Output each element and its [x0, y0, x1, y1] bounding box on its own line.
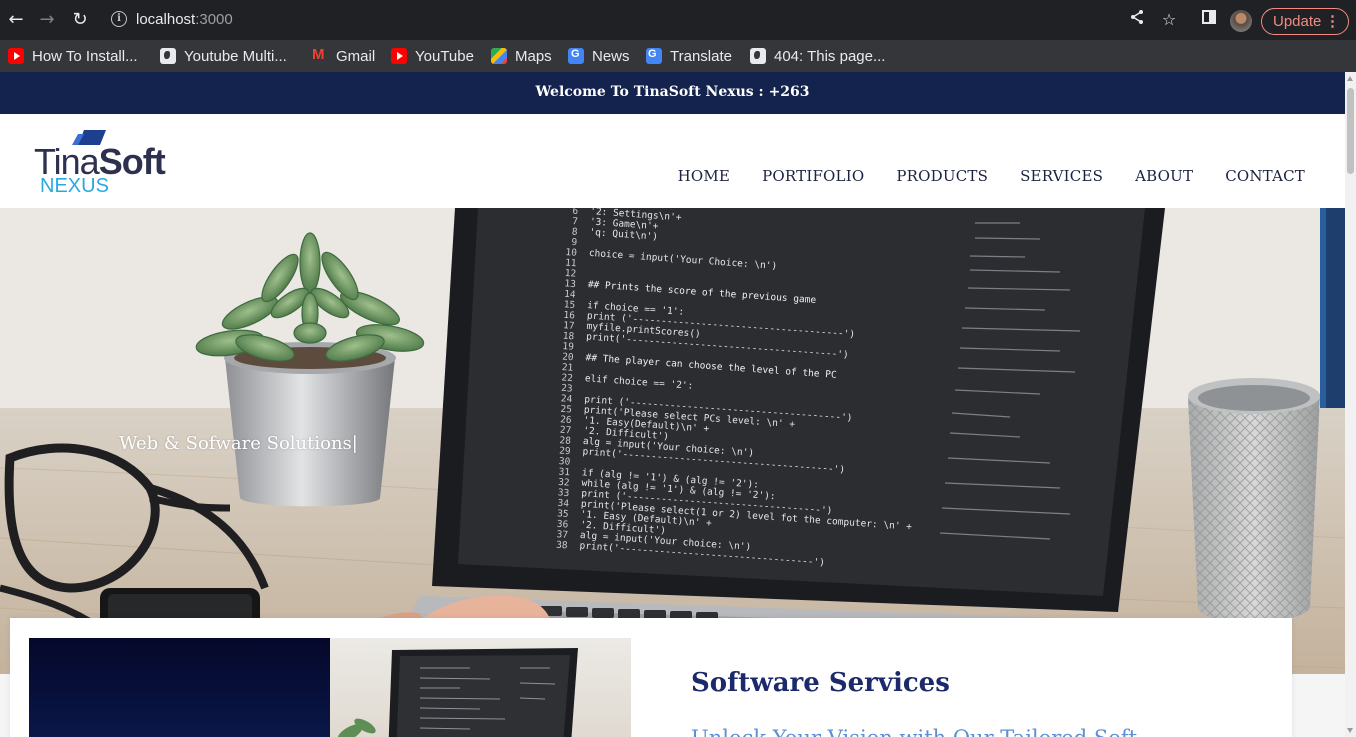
page-scrollbar[interactable] [1345, 72, 1356, 737]
news-icon [568, 48, 584, 64]
bookmark-label: Translate [670, 47, 732, 65]
nav-portifolio[interactable]: PORTIFOLIO [762, 166, 864, 186]
bookmark-translate[interactable]: Translate [646, 46, 732, 66]
url-host: localhost [136, 11, 196, 28]
site-header: TinaSoft NEXUS HOME PORTIFOLIO PRODUCTS … [0, 114, 1345, 208]
maps-icon [491, 48, 507, 64]
services-image-illustration [337, 648, 578, 737]
web-page: Welcome To TinaSoft Nexus : +263 TinaSof… [0, 72, 1345, 737]
browser-toolbar: ← → ↻ i localhost:3000 ☆ Update ⋮ [0, 0, 1356, 40]
hero-banner: 6'2: Settings\n'+ 7'3: Game\n'+ 8'q: Quit\… [0, 208, 1345, 674]
scroll-down-icon[interactable] [1347, 728, 1353, 733]
logo-nexus: NEXUS [40, 175, 109, 197]
gmail-icon [312, 46, 328, 64]
share-icon[interactable] [1126, 9, 1148, 31]
info-icon[interactable]: i [111, 11, 127, 27]
bookmark-label: YouTube [415, 47, 474, 65]
update-label: Update [1273, 13, 1322, 30]
bookmark-youtube-multi[interactable]: Youtube Multi... [160, 46, 287, 66]
url-text[interactable]: localhost:3000 [136, 11, 233, 28]
nav-about[interactable]: ABOUT [1135, 166, 1193, 186]
bookmarks-bar: How To Install... Youtube Multi... Gmail… [0, 40, 1356, 72]
bookmark-youtube[interactable]: YouTube [391, 46, 474, 66]
address-bar[interactable]: i localhost:3000 [103, 4, 1223, 36]
forward-icon[interactable]: → [35, 8, 59, 32]
typing-caret: | [351, 433, 358, 454]
services-card: Software Services Unlock Your Vision wit… [10, 618, 1292, 737]
services-image-dark-panel [29, 638, 330, 737]
bookmark-label: Maps [515, 47, 552, 65]
translate-icon [646, 48, 662, 64]
nav-home[interactable]: HOME [678, 166, 731, 186]
services-image-laptop-panel [330, 638, 631, 737]
site-logo[interactable]: TinaSoft NEXUS [34, 128, 169, 197]
scroll-up-icon[interactable] [1347, 76, 1353, 81]
bookmark-label: News [592, 47, 630, 65]
main-nav: HOME PORTIFOLIO PRODUCTS SERVICES ABOUT … [678, 166, 1305, 186]
hero-tagline-text: Web & Sofware Solutions [119, 433, 352, 454]
bookmark-label: 404: This page... [774, 47, 886, 65]
url-port: :3000 [195, 11, 233, 28]
bookmark-gmail[interactable]: Gmail [312, 46, 375, 66]
nav-services[interactable]: SERVICES [1020, 166, 1103, 186]
side-panel-icon[interactable] [1198, 9, 1220, 31]
globe-icon [750, 48, 766, 64]
profile-avatar[interactable] [1230, 10, 1252, 32]
bookmark-label: Youtube Multi... [184, 47, 287, 65]
star-icon[interactable]: ☆ [1158, 9, 1180, 31]
back-icon[interactable]: ← [4, 8, 28, 32]
bookmark-label: How To Install... [32, 47, 138, 65]
code-line-number: 38 [556, 540, 568, 552]
youtube-icon [8, 48, 24, 64]
update-button[interactable]: Update ⋮ [1261, 8, 1349, 35]
youtube-icon [391, 48, 407, 64]
welcome-bar: Welcome To TinaSoft Nexus : +263 [0, 72, 1345, 114]
globe-icon [160, 48, 176, 64]
section-subtitle: Unlock Your Vision with Our Tailored Sof… [691, 724, 1137, 737]
more-icon[interactable]: ⋮ [1325, 9, 1340, 34]
services-image [29, 638, 631, 737]
scroll-thumb[interactable] [1347, 88, 1354, 174]
bookmark-label: Gmail [336, 47, 376, 65]
section-title: Software Services [691, 668, 950, 698]
bookmark-news[interactable]: News [568, 46, 630, 66]
nav-contact[interactable]: CONTACT [1225, 166, 1305, 186]
bookmark-404[interactable]: 404: This page... [750, 46, 885, 66]
reload-icon[interactable]: ↻ [68, 8, 92, 32]
bookmark-how-to-install[interactable]: How To Install... [8, 46, 138, 66]
hero-tagline: Web & Sofware Solutions| [119, 432, 358, 456]
nav-products[interactable]: PRODUCTS [896, 166, 988, 186]
bookmark-maps[interactable]: Maps [491, 46, 552, 66]
